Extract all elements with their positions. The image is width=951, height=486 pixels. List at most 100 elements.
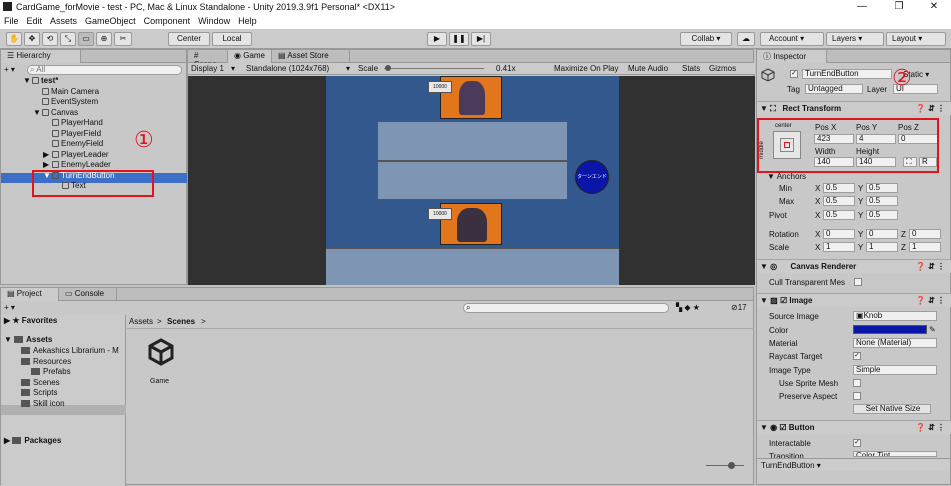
- tab-console[interactable]: ▭ Console: [59, 288, 117, 301]
- tab-hierarchy[interactable]: ☰ Hierarchy: [1, 50, 81, 63]
- pause-button[interactable]: ❚❚: [449, 32, 469, 46]
- layers-dropdown[interactable]: Layers ▾: [826, 32, 884, 46]
- game-view[interactable]: 10000 ターンエンド 10000: [188, 76, 755, 285]
- menu-file[interactable]: File: [0, 14, 23, 26]
- anchor-min-x-input[interactable]: 0.5: [823, 183, 855, 193]
- scale-slider-track[interactable]: [384, 68, 484, 69]
- maximize-on-play-toggle[interactable]: Maximize On Play: [554, 64, 618, 73]
- collapse-arrow-icon[interactable]: ▶: [43, 160, 52, 170]
- icon-size-slider-handle[interactable]: [728, 462, 735, 469]
- unity-scene-icon[interactable]: [147, 338, 175, 366]
- rotation-y-input[interactable]: 0: [866, 229, 898, 239]
- pivot-x-input[interactable]: 0.5: [823, 210, 855, 220]
- project-folder-item[interactable]: Scenes: [21, 378, 60, 388]
- tab-game[interactable]: ◉ Game: [228, 50, 272, 63]
- expand-arrow-icon[interactable]: ▼: [23, 76, 32, 86]
- anchor-max-y-input[interactable]: 0.5: [866, 196, 898, 206]
- gizmos-dropdown[interactable]: Gizmos: [709, 64, 736, 73]
- hierarchy-item[interactable]: EnemyField: [43, 139, 103, 149]
- project-add-button[interactable]: + ▾: [4, 303, 15, 313]
- rotation-z-input[interactable]: 0: [909, 229, 941, 239]
- account-dropdown[interactable]: Account ▾: [760, 32, 824, 46]
- move-tool-icon[interactable]: ✥: [24, 32, 40, 46]
- pivot-local-toggle[interactable]: Local: [212, 32, 252, 46]
- project-folder-item[interactable]: Scripts: [21, 388, 57, 398]
- expand-arrow-icon[interactable]: ▼: [43, 171, 52, 181]
- button-enabled-checkbox[interactable]: ☑: [779, 423, 786, 432]
- stats-toggle[interactable]: Stats: [682, 64, 700, 73]
- transform-tool-icon[interactable]: ⊕: [96, 32, 112, 46]
- source-image-field[interactable]: ▣Knob: [853, 311, 937, 321]
- scale-y-input[interactable]: 1: [866, 242, 898, 252]
- image-enabled-checkbox[interactable]: ☑: [780, 296, 787, 305]
- cull-transparent-checkbox[interactable]: [854, 278, 862, 286]
- eyedropper-icon[interactable]: ✎: [929, 325, 936, 334]
- component-menu-icons[interactable]: ❓ ⇵ ⋮: [916, 421, 945, 434]
- component-menu-icons[interactable]: ❓ ⇵ ⋮: [916, 102, 945, 115]
- mute-audio-toggle[interactable]: Mute Audio: [628, 64, 668, 73]
- turn-end-button[interactable]: ターンエンド: [575, 160, 609, 194]
- rect-tool-icon[interactable]: ▭: [78, 32, 94, 46]
- display-dropdown[interactable]: Display 1: [191, 64, 224, 73]
- rotate-tool-icon[interactable]: ⟲: [42, 32, 58, 46]
- color-swatch[interactable]: [853, 325, 927, 334]
- hierarchy-add-button[interactable]: + ▾: [4, 65, 15, 75]
- hierarchy-item[interactable]: ▶ EnemyLeader: [43, 160, 111, 170]
- tab-asset-store[interactable]: ▤ Asset Store: [272, 50, 350, 63]
- project-folder-item[interactable]: Prefabs: [31, 367, 71, 377]
- preserve-aspect-checkbox[interactable]: [853, 392, 861, 400]
- pivot-y-input[interactable]: 0.5: [866, 210, 898, 220]
- active-checkbox[interactable]: ✓: [790, 70, 798, 78]
- hierarchy-item[interactable]: Main Camera: [33, 87, 99, 97]
- step-button[interactable]: ▶|: [471, 32, 491, 46]
- rotation-x-input[interactable]: 0: [823, 229, 855, 239]
- hierarchy-search-input[interactable]: ⌕ All: [27, 65, 182, 75]
- scale-tool-icon[interactable]: ⤡: [60, 32, 76, 46]
- cloud-icon[interactable]: ☁: [737, 32, 755, 46]
- anchor-min-y-input[interactable]: 0.5: [866, 183, 898, 193]
- rect-transform-header[interactable]: ▼ ⛶ Rect Transform ❓ ⇵ ⋮: [757, 101, 951, 115]
- menu-window[interactable]: Window: [194, 14, 234, 26]
- image-type-dropdown[interactable]: Simple: [853, 365, 937, 375]
- play-button[interactable]: ▶: [427, 32, 447, 46]
- tab-scene[interactable]: # Scene: [188, 50, 228, 69]
- maximize-button[interactable]: ❐: [882, 0, 916, 14]
- hierarchy-item[interactable]: ▼ Canvas: [33, 108, 78, 118]
- image-header[interactable]: ▼ ▨ ☑ Image ❓ ⇵ ⋮: [757, 293, 951, 307]
- menu-gameobject[interactable]: GameObject: [81, 14, 140, 26]
- minimize-button[interactable]: —: [845, 0, 879, 14]
- hierarchy-item[interactable]: ▼ test*: [23, 76, 58, 86]
- anchor-max-x-input[interactable]: 0.5: [823, 196, 855, 206]
- object-name-input[interactable]: TurnEndButton: [802, 69, 892, 79]
- tag-dropdown[interactable]: Untagged: [805, 84, 863, 94]
- scale-slider-handle[interactable]: [385, 65, 391, 71]
- transition-dropdown[interactable]: Color Tint: [853, 451, 937, 457]
- set-native-size-button[interactable]: Set Native Size: [853, 404, 931, 414]
- project-folder-item[interactable]: Aekashics Librarium - M: [21, 346, 119, 356]
- tab-project[interactable]: ▤ Project: [1, 288, 59, 301]
- layout-dropdown[interactable]: Layout ▾: [886, 32, 946, 46]
- favorites-item[interactable]: ▶ ★ Favorites: [4, 316, 57, 326]
- resolution-dropdown[interactable]: Standalone (1024x768): [246, 64, 329, 73]
- anchors-label[interactable]: ▼ Anchors: [767, 172, 806, 181]
- component-menu-icons[interactable]: ❓ ⇵ ⋮: [916, 294, 945, 307]
- filter-icons[interactable]: ▚ ◆ ★: [676, 303, 700, 312]
- expand-arrow-icon[interactable]: ▼: [33, 108, 42, 118]
- material-field[interactable]: None (Material): [853, 338, 937, 348]
- collapse-arrow-icon[interactable]: ▶: [43, 150, 52, 160]
- hierarchy-item[interactable]: ▶ PlayerLeader: [43, 150, 109, 160]
- icon-size-slider[interactable]: [706, 465, 744, 466]
- use-sprite-mesh-checkbox[interactable]: [853, 379, 861, 387]
- scale-x-input[interactable]: 1: [823, 242, 855, 252]
- packages-folder[interactable]: ▶ Packages: [4, 436, 61, 446]
- collab-dropdown[interactable]: Collab ▾: [680, 32, 732, 46]
- hand-tool-icon[interactable]: ✋: [6, 32, 22, 46]
- hierarchy-item[interactable]: PlayerHand: [43, 118, 103, 128]
- preview-object-dropdown[interactable]: TurnEndButton ▾: [761, 461, 821, 470]
- canvas-renderer-header[interactable]: ▼ ◎ Canvas Renderer ❓ ⇵ ⋮: [757, 259, 951, 273]
- breadcrumb-scenes[interactable]: Scenes: [167, 317, 195, 326]
- menu-help[interactable]: Help: [234, 14, 261, 26]
- menu-component[interactable]: Component: [140, 14, 195, 26]
- menu-edit[interactable]: Edit: [23, 14, 47, 26]
- project-search-input[interactable]: ⌕: [463, 303, 669, 313]
